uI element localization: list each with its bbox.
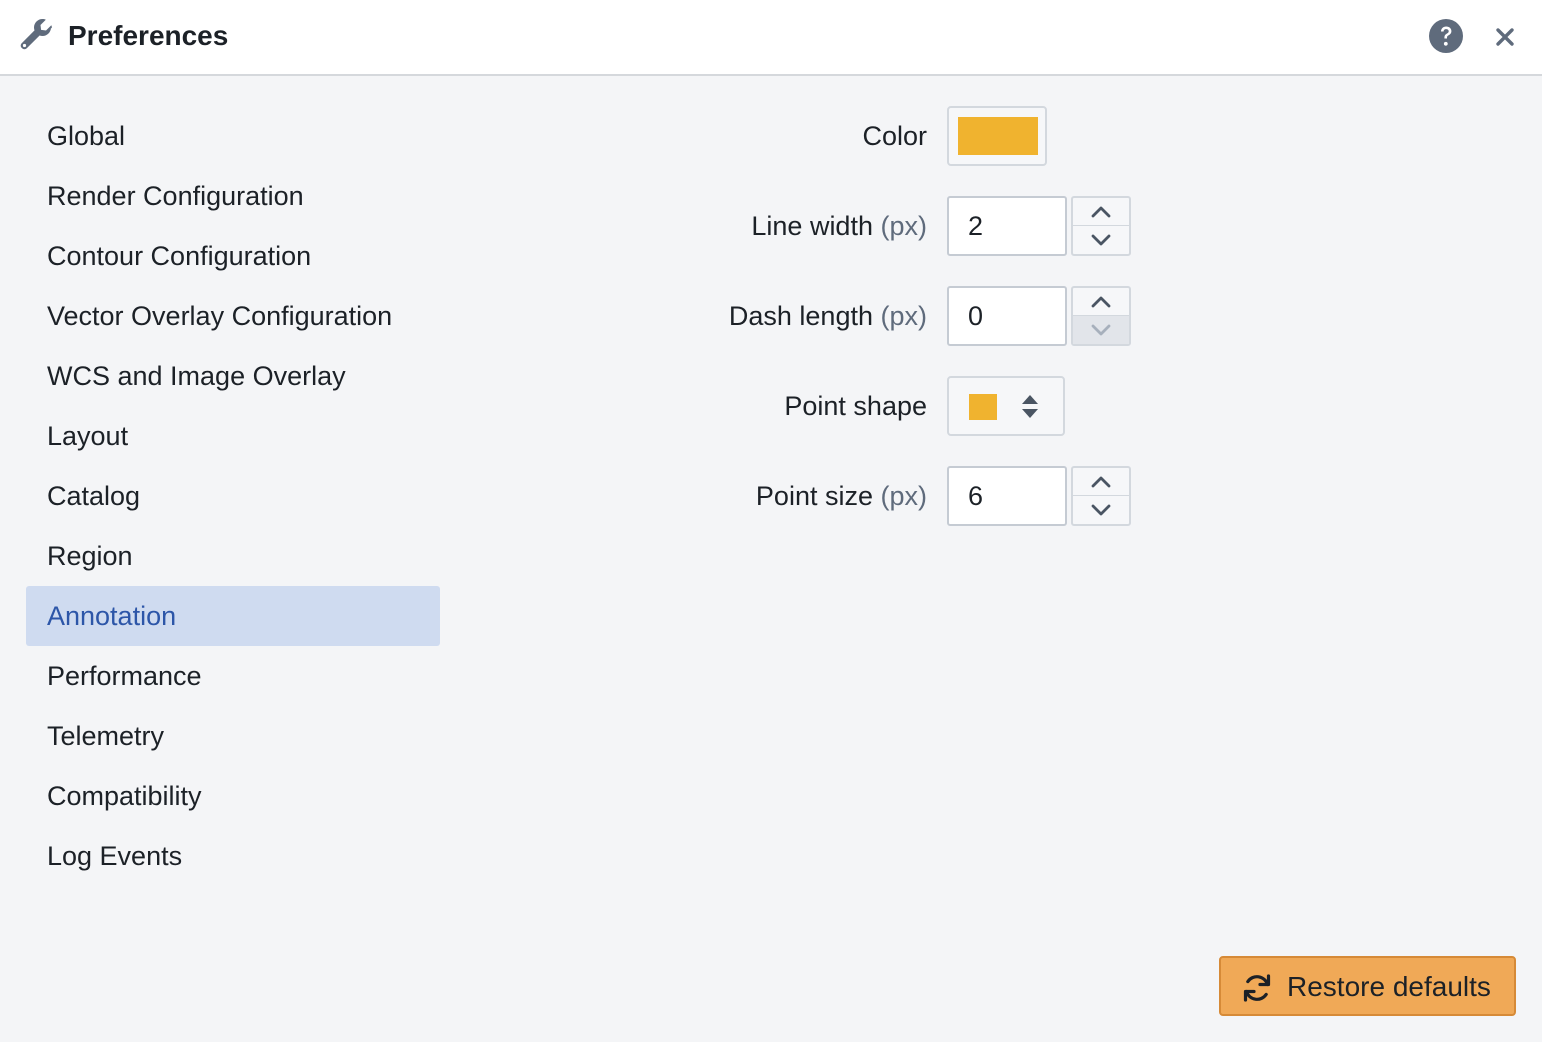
line-width-label-text: Line width [751,211,873,241]
close-icon[interactable] [1490,22,1520,52]
point-shape-label: Point shape [784,376,927,436]
preferences-nav: Global Render Configuration Contour Conf… [26,106,440,886]
chevron-down-icon [1091,504,1111,516]
nav-item-telemetry[interactable]: Telemetry [26,706,440,766]
line-width-unit: (px) [880,211,928,241]
dash-length-decrement-button[interactable] [1073,316,1129,344]
chevron-down-icon [1091,324,1111,336]
line-width-input[interactable] [947,196,1067,256]
point-size-label-text: Point size [755,481,873,511]
preferences-dialog: Preferences Global Render Configuration … [0,0,1542,1042]
line-width-decrement-button[interactable] [1073,226,1129,254]
chevron-up-icon [1091,296,1111,307]
color-label: Color [862,106,927,166]
dash-length-increment-button[interactable] [1073,288,1129,316]
point-size-decrement-button[interactable] [1073,496,1129,524]
nav-item-global[interactable]: Global [26,106,440,166]
nav-item-layout[interactable]: Layout [26,406,440,466]
nav-item-log-events[interactable]: Log Events [26,826,440,886]
nav-item-compatibility[interactable]: Compatibility [26,766,440,826]
dash-length-unit: (px) [880,301,928,331]
nav-item-wcs-image-overlay[interactable]: WCS and Image Overlay [26,346,440,406]
point-size-stepper [1071,466,1131,526]
line-width-stepper [1071,196,1131,256]
line-width-label: Line width (px) [751,196,927,256]
point-shape-select[interactable] [947,376,1065,436]
chevron-up-icon [1091,206,1111,217]
restore-defaults-button[interactable]: Restore defaults [1219,956,1516,1016]
wrench-icon [20,19,52,50]
nav-item-performance[interactable]: Performance [26,646,440,706]
nav-item-catalog[interactable]: Catalog [26,466,440,526]
square-shape-icon [969,394,997,420]
point-size-input[interactable] [947,466,1067,526]
dash-length-input[interactable] [947,286,1067,346]
dialog-title: Preferences [68,20,229,51]
color-swatch [958,117,1038,155]
restore-defaults-label: Restore defaults [1287,971,1491,1002]
point-size-label: Point size (px) [756,466,927,526]
nav-item-region[interactable]: Region [26,526,440,586]
color-label-text: Color [862,121,927,151]
nav-item-annotation[interactable]: Annotation [26,586,440,646]
nav-item-contour-configuration[interactable]: Contour Configuration [26,226,440,286]
dialog-header: Preferences [0,0,1542,76]
line-width-increment-button[interactable] [1073,198,1129,226]
point-size-increment-button[interactable] [1073,468,1129,496]
point-size-unit: (px) [880,481,928,511]
chevron-down-icon [1091,234,1111,246]
point-shape-label-text: Point shape [784,391,927,421]
help-icon[interactable] [1428,18,1464,54]
nav-item-render-configuration[interactable]: Render Configuration [26,166,440,226]
color-picker-button[interactable] [947,106,1047,166]
double-caret-icon [1022,395,1038,418]
chevron-up-icon [1091,476,1111,487]
refresh-icon [1243,974,1271,1002]
nav-item-vector-overlay-configuration[interactable]: Vector Overlay Configuration [26,286,440,346]
dash-length-stepper [1071,286,1131,346]
dash-length-label-text: Dash length [728,301,873,331]
dash-length-label: Dash length (px) [729,286,927,346]
